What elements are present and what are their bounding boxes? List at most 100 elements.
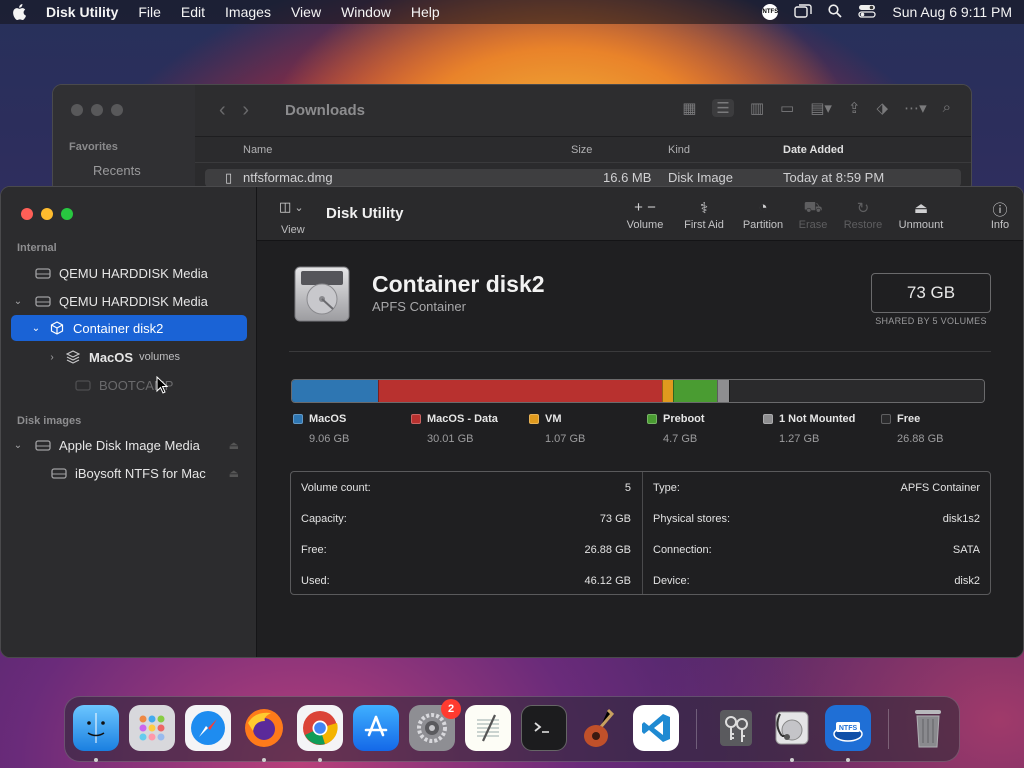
info-column-right: Type: APFS Container Physical stores: disk… [642, 472, 990, 594]
ntfs-logo-text: NTFS [839, 725, 858, 732]
trash-icon[interactable] [905, 705, 951, 751]
first-aid-button[interactable]: ⚕ First Aid [679, 199, 729, 231]
disk-utility-app-icon[interactable] [769, 705, 815, 751]
col-kind[interactable]: Kind [668, 144, 690, 156]
sidebar-item-bootcamp[interactable]: BOOTCAMP [11, 372, 247, 398]
window-title: Disk Utility [326, 205, 404, 222]
legend-swatch [881, 414, 891, 424]
terminal-app-icon[interactable] [521, 705, 567, 751]
finder-toolbar: ‹ › Downloads ▦ ☰ ▥ ▭ ▤▾ ⇪ ⬗ ⋯▾ ⌕ [195, 85, 971, 137]
zoom-button[interactable] [61, 208, 73, 220]
more-icon[interactable]: ⋯▾ [904, 99, 927, 117]
finder-title: Downloads [285, 102, 366, 119]
capacity-box: 73 GB [871, 273, 991, 313]
file-size: 16.6 MB [603, 170, 652, 185]
group-icon[interactable]: ▤▾ [810, 99, 832, 117]
chrome-app-icon[interactable] [297, 705, 343, 751]
legend-label: Free [897, 413, 921, 425]
menu-images[interactable]: Images [225, 4, 271, 20]
finder-app-icon[interactable] [73, 705, 119, 751]
sidebar-item-label: Container disk2 [73, 320, 164, 336]
disclosure-expanded-icon[interactable]: ⌄ [11, 296, 25, 307]
ntfs-status-icon[interactable]: NTFS [762, 4, 779, 20]
finder-back-forward-icon[interactable]: ‹ › [219, 99, 249, 122]
menu-edit[interactable]: Edit [181, 4, 205, 20]
finder-file-row[interactable]: ▯ ntfsformac.dmg 16.6 MB Disk Image Toda… [205, 169, 961, 187]
erase-button[interactable]: ⛟ Erase [795, 199, 831, 231]
sidebar-item-sublabel: volumes [139, 351, 181, 363]
spotlight-search-icon[interactable] [828, 3, 843, 21]
sidebar-item-container-disk2[interactable]: ⌄ Container disk2 [11, 315, 247, 341]
view-button[interactable]: ◫ ⌄ [279, 199, 304, 215]
icon-view-icon[interactable]: ▦ [682, 99, 696, 117]
legend-value: 9.06 GB [309, 433, 350, 445]
disclosure-collapsed-icon[interactable]: › [45, 352, 59, 363]
disclosure-expanded-icon[interactable]: ⌄ [29, 323, 43, 334]
control-center-icon[interactable] [858, 4, 877, 21]
divider [289, 351, 991, 352]
section-disk-images: Disk images [17, 415, 82, 427]
shared-volumes-note: SHARED BY 5 VOLUMES [875, 316, 987, 326]
window-switch-icon[interactable] [794, 3, 813, 21]
plus-minus-icon: + − [634, 199, 656, 216]
minimize-button[interactable] [41, 208, 53, 220]
sidebar-item-qemu-2[interactable]: ⌄ QEMU HARDDISK Media [11, 288, 247, 314]
info-button[interactable]: ⓘ Info [987, 199, 1013, 231]
vscode-app-icon[interactable] [633, 705, 679, 751]
close-button[interactable] [21, 208, 33, 220]
safari-app-icon[interactable] [185, 705, 231, 751]
volume-stack-icon [65, 350, 81, 364]
finder-column-header: Name Size Kind Date Added [195, 137, 971, 163]
menu-file[interactable]: File [138, 4, 161, 20]
partition-button[interactable]: ◔ Partition [738, 199, 788, 231]
mouse-pointer-icon [156, 375, 169, 399]
launchpad-app-icon[interactable] [129, 705, 175, 751]
disclosure-expanded-icon[interactable]: ⌄ [11, 440, 25, 451]
finder-sidebar-recents[interactable]: Recents [93, 163, 141, 178]
col-size[interactable]: Size [571, 144, 592, 156]
sidebar-item-qemu-1[interactable]: QEMU HARDDISK Media [11, 260, 247, 286]
restore-button[interactable]: ↻ Restore [841, 199, 885, 231]
keychain-access-app-icon[interactable] [713, 705, 759, 751]
disk-utility-window[interactable]: Internal QEMU HARDDISK Media ⌄ QEMU HARD… [0, 186, 1024, 658]
garageband-app-icon[interactable] [577, 705, 623, 751]
eject-icon[interactable]: ⏏ [229, 439, 239, 452]
menu-clock[interactable]: Sun Aug 6 9:11 PM [892, 4, 1012, 20]
sidebar-item-apple-disk-image[interactable]: ⌄ Apple Disk Image Media ⏏ [11, 432, 247, 458]
finder-traffic-lights[interactable] [71, 104, 123, 116]
menu-help[interactable]: Help [411, 4, 440, 20]
col-name[interactable]: Name [243, 144, 272, 156]
dock-divider [696, 709, 697, 749]
list-view-icon[interactable]: ☰ [712, 99, 734, 117]
firefox-app-icon[interactable] [241, 705, 287, 751]
legend-value: 30.01 GB [427, 433, 474, 445]
sidebar-item-iboysoft[interactable]: iBoysoft NTFS for Mac ⏏ [11, 460, 247, 486]
gallery-view-icon[interactable]: ▭ [780, 99, 794, 117]
finder-window[interactable]: Favorites Recents ‹ › Downloads ▦ ☰ ▥ ▭ … [52, 84, 972, 194]
menu-window[interactable]: Window [341, 4, 391, 20]
info-row-physical-stores: Physical stores: disk1s2 [653, 512, 980, 525]
menu-view[interactable]: View [291, 4, 321, 20]
ntfs-for-mac-app-icon[interactable]: NTFS [825, 705, 871, 751]
sidebar-item-macos[interactable]: › MacOS volumes [11, 344, 247, 370]
menu-app-name[interactable]: Disk Utility [46, 4, 118, 20]
unmount-button[interactable]: ⏏ Unmount [896, 199, 946, 231]
sidebar-item-label: Apple Disk Image Media [59, 437, 200, 453]
app-store-icon[interactable] [353, 705, 399, 751]
info-row-type: Type: APFS Container [653, 481, 980, 494]
share-icon[interactable]: ⇪ [848, 99, 861, 117]
apple-menu-icon[interactable] [12, 4, 28, 20]
file-name: ntfsformac.dmg [243, 170, 333, 185]
system-settings-app-icon[interactable]: 2 [409, 699, 461, 751]
info-column-left: Volume count: 5 Capacity: 73 GB Free: 26.88… [291, 472, 641, 594]
column-view-icon[interactable]: ▥ [750, 99, 764, 117]
col-date-added[interactable]: Date Added [783, 144, 844, 156]
textedit-app-icon[interactable] [465, 705, 511, 751]
tag-icon[interactable]: ⬗ [877, 99, 889, 117]
section-internal: Internal [17, 242, 57, 254]
dock-divider [888, 709, 889, 749]
volume-button[interactable]: + − Volume [623, 199, 667, 231]
volume-dim-icon [75, 379, 91, 391]
eject-icon[interactable]: ⏏ [229, 467, 239, 480]
finder-search-icon[interactable]: ⌕ [943, 99, 951, 117]
